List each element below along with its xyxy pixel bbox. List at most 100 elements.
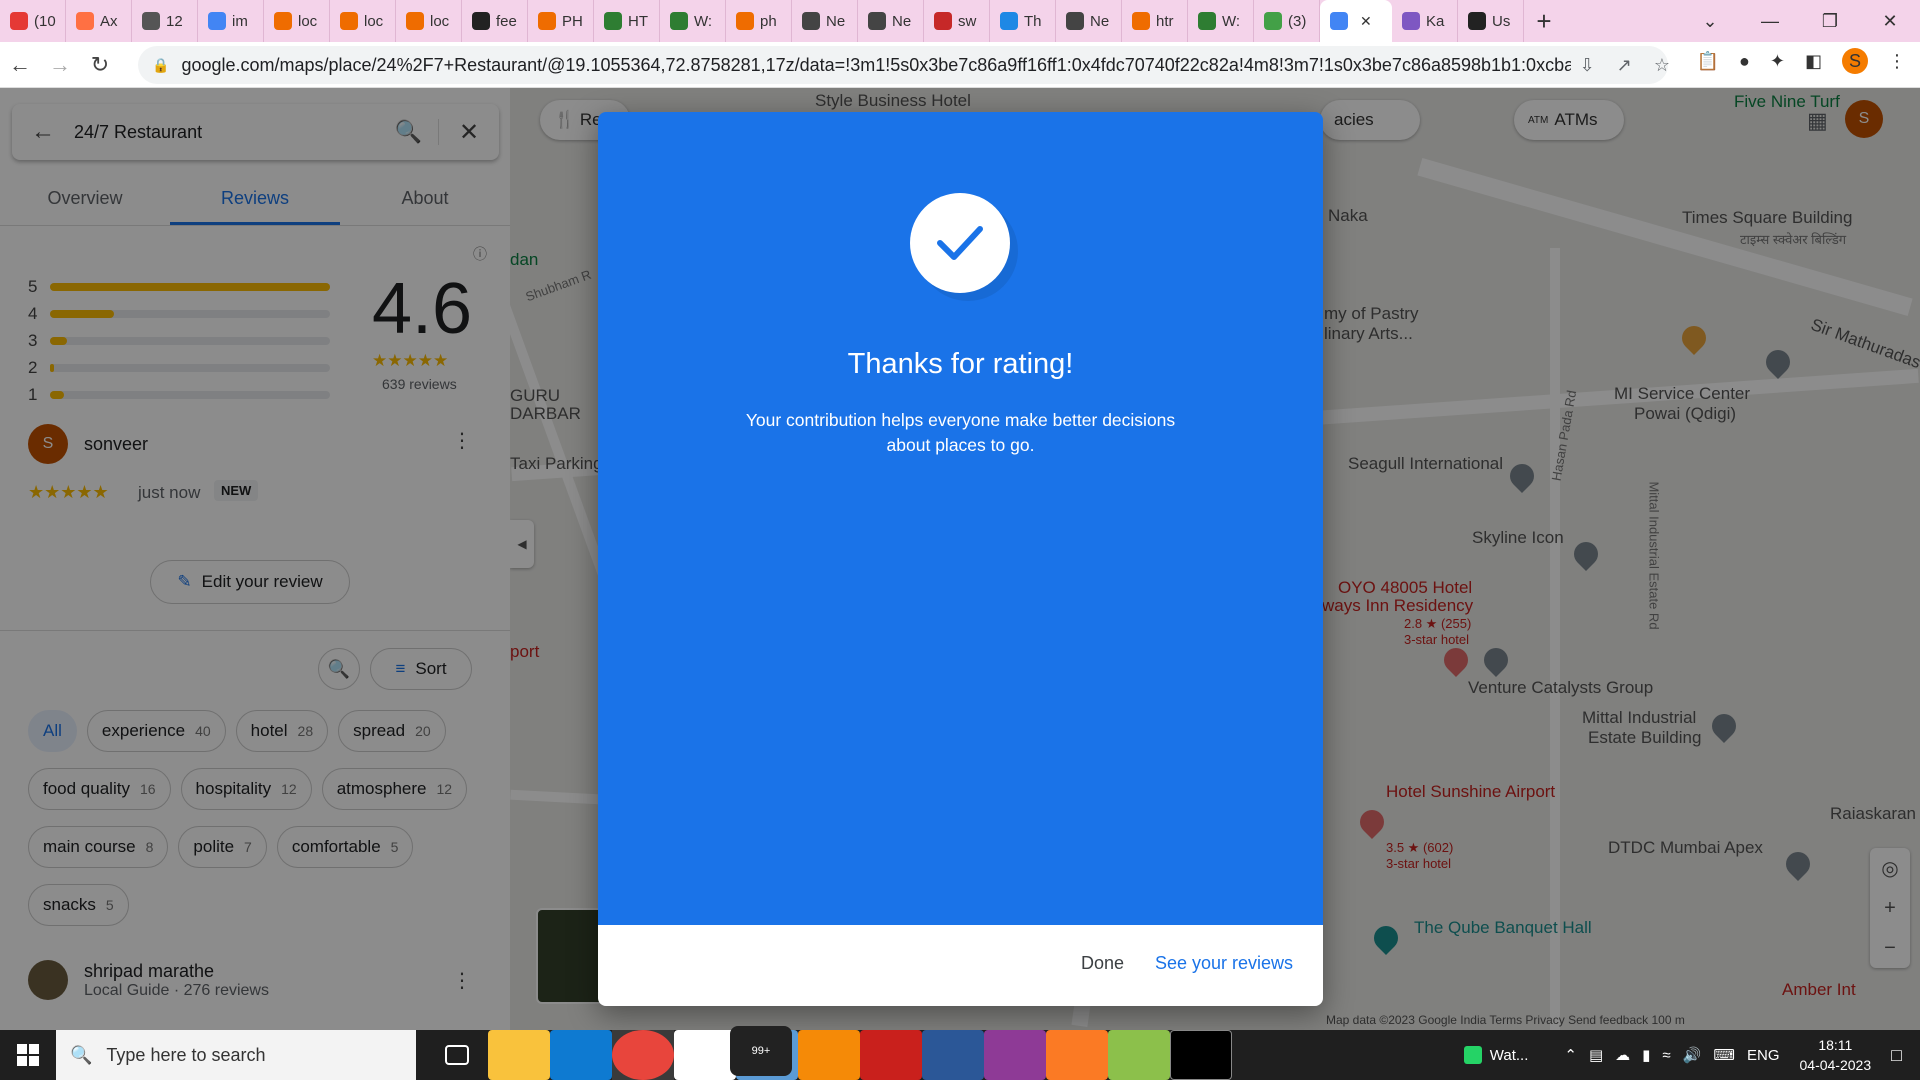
browser-tab[interactable]: W: — [660, 0, 726, 42]
chevron-up-icon[interactable]: ⌃ — [1564, 1046, 1577, 1064]
tab-close-icon[interactable]: ✕ — [1360, 13, 1372, 30]
tab-favicon-icon — [406, 12, 424, 30]
done-button[interactable]: Done — [1081, 953, 1124, 974]
browser-tab[interactable]: W: — [1188, 0, 1254, 42]
tab-favicon-icon — [1132, 12, 1150, 30]
clipboard-icon[interactable]: 📋 — [1697, 51, 1719, 72]
notepadpp-icon[interactable] — [1108, 1030, 1170, 1080]
browser-tab[interactable]: sw — [924, 0, 990, 42]
browser-tab-strip: (10 Ax 12 im loc loc loc fee PH HT W: ph Ne Ne sw Th Ne h… — [0, 0, 1920, 42]
tab-favicon-icon — [208, 12, 226, 30]
puzzle-icon[interactable]: ✦ — [1770, 51, 1785, 72]
browser-tab[interactable]: fee — [462, 0, 528, 42]
extension-icon[interactable]: ● — [1739, 51, 1750, 72]
network-icon[interactable]: ▤ — [1589, 1046, 1603, 1064]
browser-tab[interactable]: Ax — [66, 0, 132, 42]
whatsapp-icon[interactable] — [1463, 1046, 1482, 1064]
notifications-icon[interactable]: □ — [1891, 1045, 1902, 1066]
tab-favicon-icon — [1468, 12, 1486, 30]
dialog-message: Your contribution helps everyone make be… — [745, 410, 1176, 455]
vscode-icon[interactable] — [550, 1030, 612, 1080]
wifi-icon[interactable]: ≈ — [1662, 1047, 1670, 1064]
url-bar[interactable]: 🔒 google.com/maps/place/24%2F7+Restauran… — [138, 46, 1668, 84]
tab-title: loc — [430, 12, 450, 30]
dialog-title: Thanks for rating! — [847, 348, 1074, 380]
back-arrow-icon[interactable]: ← — [0, 52, 40, 78]
tab-favicon-icon — [1198, 12, 1216, 30]
sidebar-icon[interactable]: ◧ — [1805, 51, 1822, 72]
browser-tab[interactable]: (10 — [0, 0, 66, 42]
new-tab-button[interactable]: + — [1524, 6, 1564, 37]
forward-arrow-icon[interactable]: → — [40, 52, 80, 78]
terminal-icon[interactable] — [1170, 1030, 1232, 1080]
tab-title: Ka — [1426, 12, 1445, 30]
volume-icon[interactable]: 🔊 — [1683, 1046, 1702, 1064]
share-icon[interactable]: ↗ — [1617, 55, 1632, 76]
browser-tab[interactable]: im — [198, 0, 264, 42]
browser-tab[interactable]: (3) — [1254, 0, 1320, 42]
menu-dots-icon[interactable]: ⋮ — [1888, 51, 1906, 72]
tab-favicon-icon — [1066, 12, 1084, 30]
browser-tab[interactable]: loc — [330, 0, 396, 42]
browser-tab[interactable]: Ne — [858, 0, 924, 42]
window-controls: ⌄ — ❐ ✕ — [1680, 0, 1920, 42]
tab-title: PH — [562, 12, 583, 30]
browser-tab[interactable]: loc — [264, 0, 330, 42]
chrome-icon[interactable] — [612, 1030, 674, 1080]
xampp-icon[interactable] — [1046, 1030, 1108, 1080]
minimize-button[interactable]: — — [1740, 0, 1800, 42]
task-view-icon[interactable] — [426, 1030, 488, 1080]
onedrive-icon[interactable]: ☁ — [1615, 1046, 1630, 1064]
clock[interactable]: 18:11 04-04-2023 — [1800, 1035, 1872, 1075]
browser-tab[interactable]: Ne — [792, 0, 858, 42]
browser-tab[interactable]: PH — [528, 0, 594, 42]
tab-title: Us — [1492, 12, 1511, 30]
browser-tab[interactable]: loc — [396, 0, 462, 42]
notepad-icon[interactable] — [674, 1030, 736, 1080]
winrar-icon[interactable] — [984, 1030, 1046, 1080]
tab-title: W: — [694, 12, 713, 30]
extensions-area: 📋 ● ✦ ◧ S ⋮ — [1697, 48, 1920, 74]
windows-start-icon[interactable] — [0, 1030, 56, 1080]
battery-icon[interactable]: ▮ — [1642, 1046, 1650, 1064]
file-explorer-icon[interactable] — [488, 1030, 550, 1080]
browser-tab[interactable]: ph — [726, 0, 792, 42]
tab-title: Th — [1024, 12, 1042, 30]
tab-title: sw — [958, 12, 977, 30]
language-indicator[interactable]: ENG — [1747, 1047, 1780, 1064]
profile-avatar[interactable]: S — [1842, 48, 1868, 74]
keyboard-icon[interactable]: ⌨ — [1713, 1046, 1735, 1064]
tab-favicon-icon — [1402, 12, 1420, 30]
taskbar-search[interactable]: 🔍 Type here to search — [56, 1030, 416, 1080]
see-reviews-button[interactable]: See your reviews — [1155, 953, 1293, 974]
browser-tab[interactable]: htr — [1122, 0, 1188, 42]
word-icon[interactable] — [922, 1030, 984, 1080]
close-window-button[interactable]: ✕ — [1860, 0, 1920, 42]
tab-favicon-icon — [1000, 12, 1018, 30]
bookmark-star-icon[interactable]: ☆ — [1654, 55, 1670, 76]
dialog-actions: Done See your reviews — [598, 925, 1323, 1006]
reload-icon[interactable]: ↻ — [80, 52, 120, 78]
install-icon[interactable]: ⇩ — [1580, 55, 1595, 76]
tab-favicon-icon — [76, 12, 94, 30]
tab-title: loc — [364, 12, 384, 30]
browser-tab[interactable]: Us — [1458, 0, 1524, 42]
browser-tab[interactable]: Ka — [1392, 0, 1458, 42]
url-text: google.com/maps/place/24%2F7+Restaurant/… — [181, 54, 1572, 75]
tab-favicon-icon — [604, 12, 622, 30]
browser-tab[interactable]: HT — [594, 0, 660, 42]
whatsapp-label[interactable]: Wat... — [1490, 1047, 1529, 1064]
browser-tab[interactable]: 12 — [132, 0, 198, 42]
tab-title: (10 — [34, 12, 56, 30]
mail-icon[interactable]: 99+ — [730, 1026, 798, 1080]
filezilla-icon[interactable] — [860, 1030, 922, 1080]
browser-tab[interactable]: Ne — [1056, 0, 1122, 42]
browser-tab-active[interactable]: ✕ — [1320, 0, 1392, 42]
sublime-icon[interactable] — [798, 1030, 860, 1080]
tab-search-icon[interactable]: ⌄ — [1680, 0, 1740, 42]
windows-taskbar: 🔍 Type here to search 99+ Wat... ⌃ ▤ ☁ ▮… — [0, 1026, 1920, 1080]
browser-tab[interactable]: Th — [990, 0, 1056, 42]
tab-favicon-icon — [472, 12, 490, 30]
system-tray: Wat... ⌃ ▤ ☁ ▮ ≈ 🔊 ⌨ ENG 18:11 04-04-202… — [1463, 1030, 1920, 1080]
maximize-button[interactable]: ❐ — [1800, 0, 1860, 42]
